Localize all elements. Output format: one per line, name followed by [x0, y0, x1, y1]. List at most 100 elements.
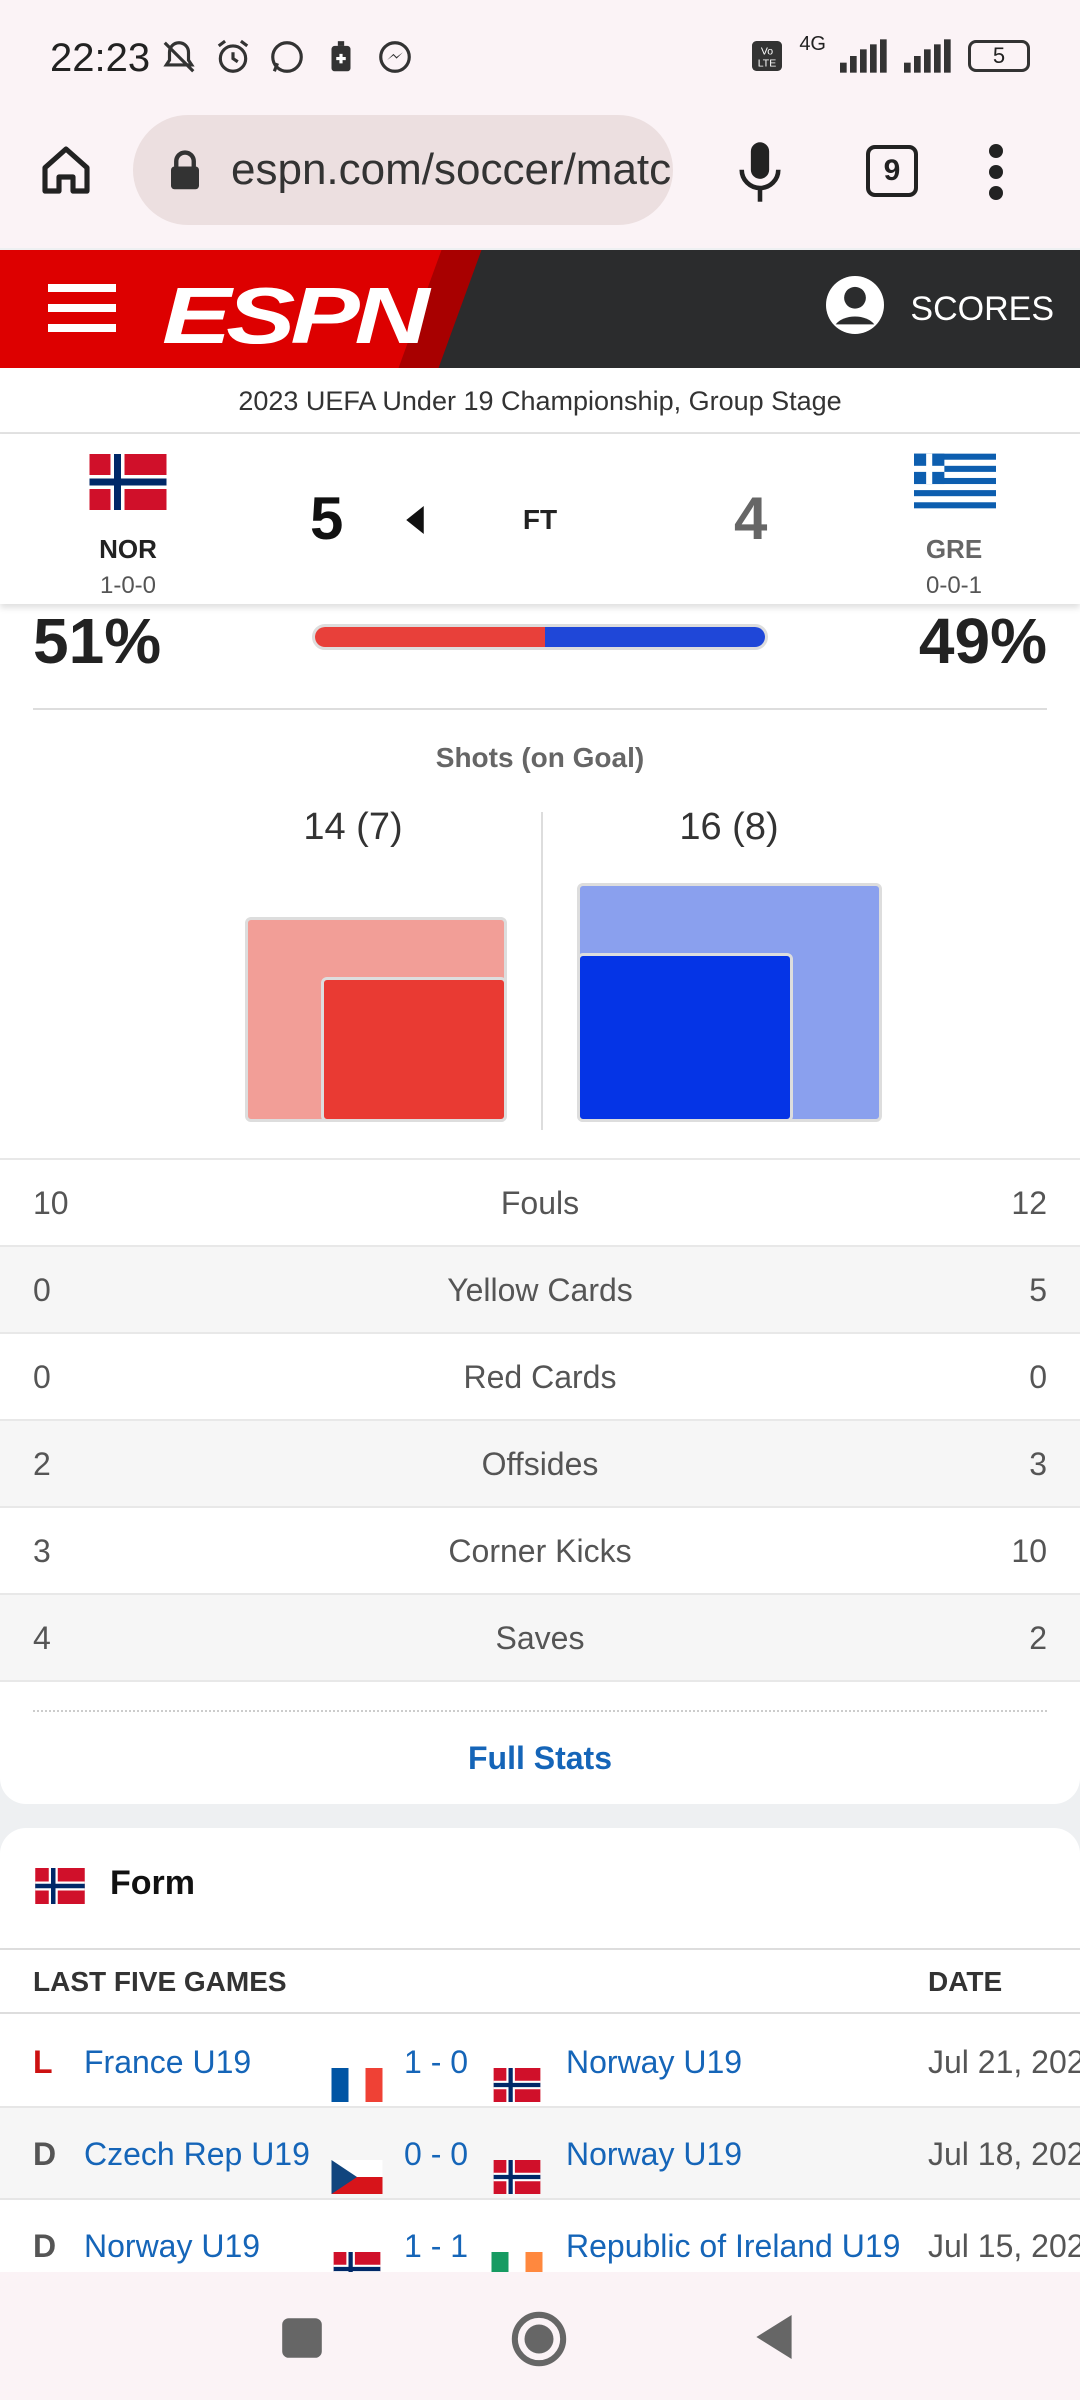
away-team-abbr[interactable]: GRE [894, 534, 1014, 565]
norway-flag-icon [35, 1868, 85, 1904]
home-team-record: 1-0-0 [99, 572, 157, 599]
game-away-team[interactable]: Republic of Ireland U19 [566, 2200, 900, 2278]
home-team-abbr[interactable]: NOR [68, 534, 188, 565]
game-result: D [33, 2136, 57, 2172]
away-score: 4 [734, 485, 768, 552]
form-table-header: LAST FIVE GAMES DATE [0, 1948, 1080, 2014]
signal-icon [840, 39, 887, 73]
url-bar[interactable]: espn.com/soccer/match [133, 115, 673, 225]
possession-bar-home [315, 627, 545, 647]
url-text[interactable]: espn.com/soccer/match [231, 145, 673, 195]
game-date: Jul 18, 2023 [928, 2136, 1080, 2172]
stat-away-value: 0 [1029, 1359, 1047, 1395]
divider [0, 1680, 1080, 1682]
home-icon[interactable] [38, 142, 94, 198]
svg-text:Vo: Vo [761, 46, 773, 58]
battery-saver-icon [331, 41, 351, 72]
mute-bell-icon [163, 41, 195, 73]
scores-link[interactable]: SCORES [910, 290, 1054, 329]
match-stats-card: 51% 49% Shots (on Goal) 14 (7) 16 (8) 10… [0, 604, 1080, 1804]
form-title: Form [110, 1864, 195, 1902]
game-result: L [33, 2044, 53, 2080]
stat-name: Fouls [500, 1185, 580, 1221]
stat-away-value: 3 [1029, 1446, 1047, 1482]
stat-name: Saves [495, 1620, 585, 1656]
more-menu-icon[interactable] [985, 144, 1007, 200]
notification-icons [160, 38, 414, 76]
scoreboard: NOR 1-0-0 5 FT 4 GRE 0-0-1 [0, 434, 1080, 604]
greece-flag-icon[interactable] [914, 452, 996, 510]
away-shots-on-goal-box [577, 952, 793, 1122]
game-score[interactable]: 0 - 0 [404, 2108, 468, 2200]
home-nav-icon[interactable] [510, 2310, 568, 2368]
away-shots-label: 16 (8) [679, 806, 779, 848]
possession-bar-away [544, 627, 765, 647]
status-time: 22:23 [50, 36, 151, 80]
divider-dotted [33, 1710, 1047, 1712]
stat-away-value: 5 [1029, 1272, 1047, 1308]
volte-icon: VoLTE [752, 41, 783, 71]
home-shots-label: 14 (7) [303, 806, 403, 848]
form-game-row[interactable]: D Czech Rep U19 0 - 0 Norway U19 Jul 18, 202… [0, 2108, 1080, 2200]
browser-toolbar: espn.com/soccer/match 9 [0, 100, 1080, 248]
france-flag-icon [331, 2045, 383, 2102]
account-icon[interactable] [826, 276, 884, 334]
whatsapp-icon [271, 41, 303, 73]
battery-icon: 5 [968, 40, 1030, 72]
recent-apps-icon[interactable] [280, 2316, 324, 2360]
stat-name: Corner Kicks [448, 1533, 632, 1569]
battery-level: 5 [992, 43, 1006, 68]
stat-row: 0 Red Cards 0 [0, 1332, 1080, 1419]
away-possession: 49% [918, 605, 1047, 677]
back-nav-icon[interactable] [752, 2312, 796, 2362]
stat-row: 2 Offsides 3 [0, 1419, 1080, 1506]
game-score[interactable]: 1 - 0 [404, 2016, 468, 2108]
network-type: 4G [799, 32, 826, 55]
header-last-five-games: LAST FIVE GAMES [33, 1966, 287, 1997]
microphone-icon[interactable] [735, 140, 785, 204]
stat-name: Yellow Cards [447, 1272, 633, 1308]
header-date: DATE [928, 1966, 1003, 1997]
hamburger-menu-icon[interactable] [48, 280, 116, 336]
game-result: D [33, 2228, 57, 2264]
tab-switcher-button[interactable]: 9 [866, 145, 918, 197]
lock-icon [171, 150, 199, 190]
home-shots-on-goal-box [321, 976, 507, 1122]
system-icons: Vo LTE 4G 5 [749, 33, 1030, 74]
game-away-team[interactable]: Norway U19 [566, 2108, 742, 2200]
competition-title: 2023 UEFA Under 19 Championship, Group S… [0, 368, 1080, 434]
shots-title: Shots (on Goal) [435, 742, 645, 773]
norway-flag-icon [491, 2137, 543, 2194]
stat-away-value: 12 [1011, 1185, 1047, 1221]
form-game-row[interactable]: L France U19 1 - 0 Norway U19 Jul 21, 2023 [0, 2016, 1080, 2108]
stat-away-value: 2 [1029, 1620, 1047, 1656]
divider [33, 708, 1047, 710]
norway-flag-icon [491, 2045, 543, 2102]
stat-away-value: 10 [1011, 1533, 1047, 1569]
game-score[interactable]: 1 - 1 [404, 2200, 468, 2278]
alarm-icon [217, 39, 249, 73]
away-team-record: 0-0-1 [925, 572, 983, 599]
game-date: Jul 21, 2023 [928, 2044, 1080, 2080]
norway-flag-icon[interactable] [88, 454, 168, 510]
stat-name: Red Cards [463, 1359, 617, 1395]
form-game-row[interactable]: D Norway U19 1 - 1 Republic of Ireland U19 J… [0, 2200, 1080, 2278]
game-away-team[interactable]: Norway U19 [566, 2016, 742, 2108]
svg-text:LTE: LTE [758, 58, 776, 70]
czech-flag-icon [331, 2137, 383, 2194]
game-home-team[interactable]: Czech Rep U19 [84, 2108, 310, 2200]
norway-flag-icon [331, 2229, 383, 2278]
signal-icon-2 [904, 39, 951, 73]
stat-row: 10 Fouls 12 [0, 1158, 1080, 1245]
messenger-icon [379, 41, 411, 73]
espn-header: ESPN SCORES [0, 250, 1080, 368]
game-date: Jul 15, 2023 [928, 2228, 1080, 2264]
game-home-team[interactable]: France U19 [84, 2016, 251, 2108]
espn-logo[interactable]: ESPN [162, 270, 430, 362]
stat-row: 4 Saves 2 [0, 1593, 1080, 1680]
ireland-flag-icon [491, 2229, 543, 2278]
game-home-team[interactable]: Norway U19 [84, 2200, 260, 2278]
full-stats-link[interactable]: Full Stats [0, 1740, 1080, 1777]
shots-divider [541, 812, 543, 1130]
system-navigation-bar [0, 2272, 1080, 2400]
